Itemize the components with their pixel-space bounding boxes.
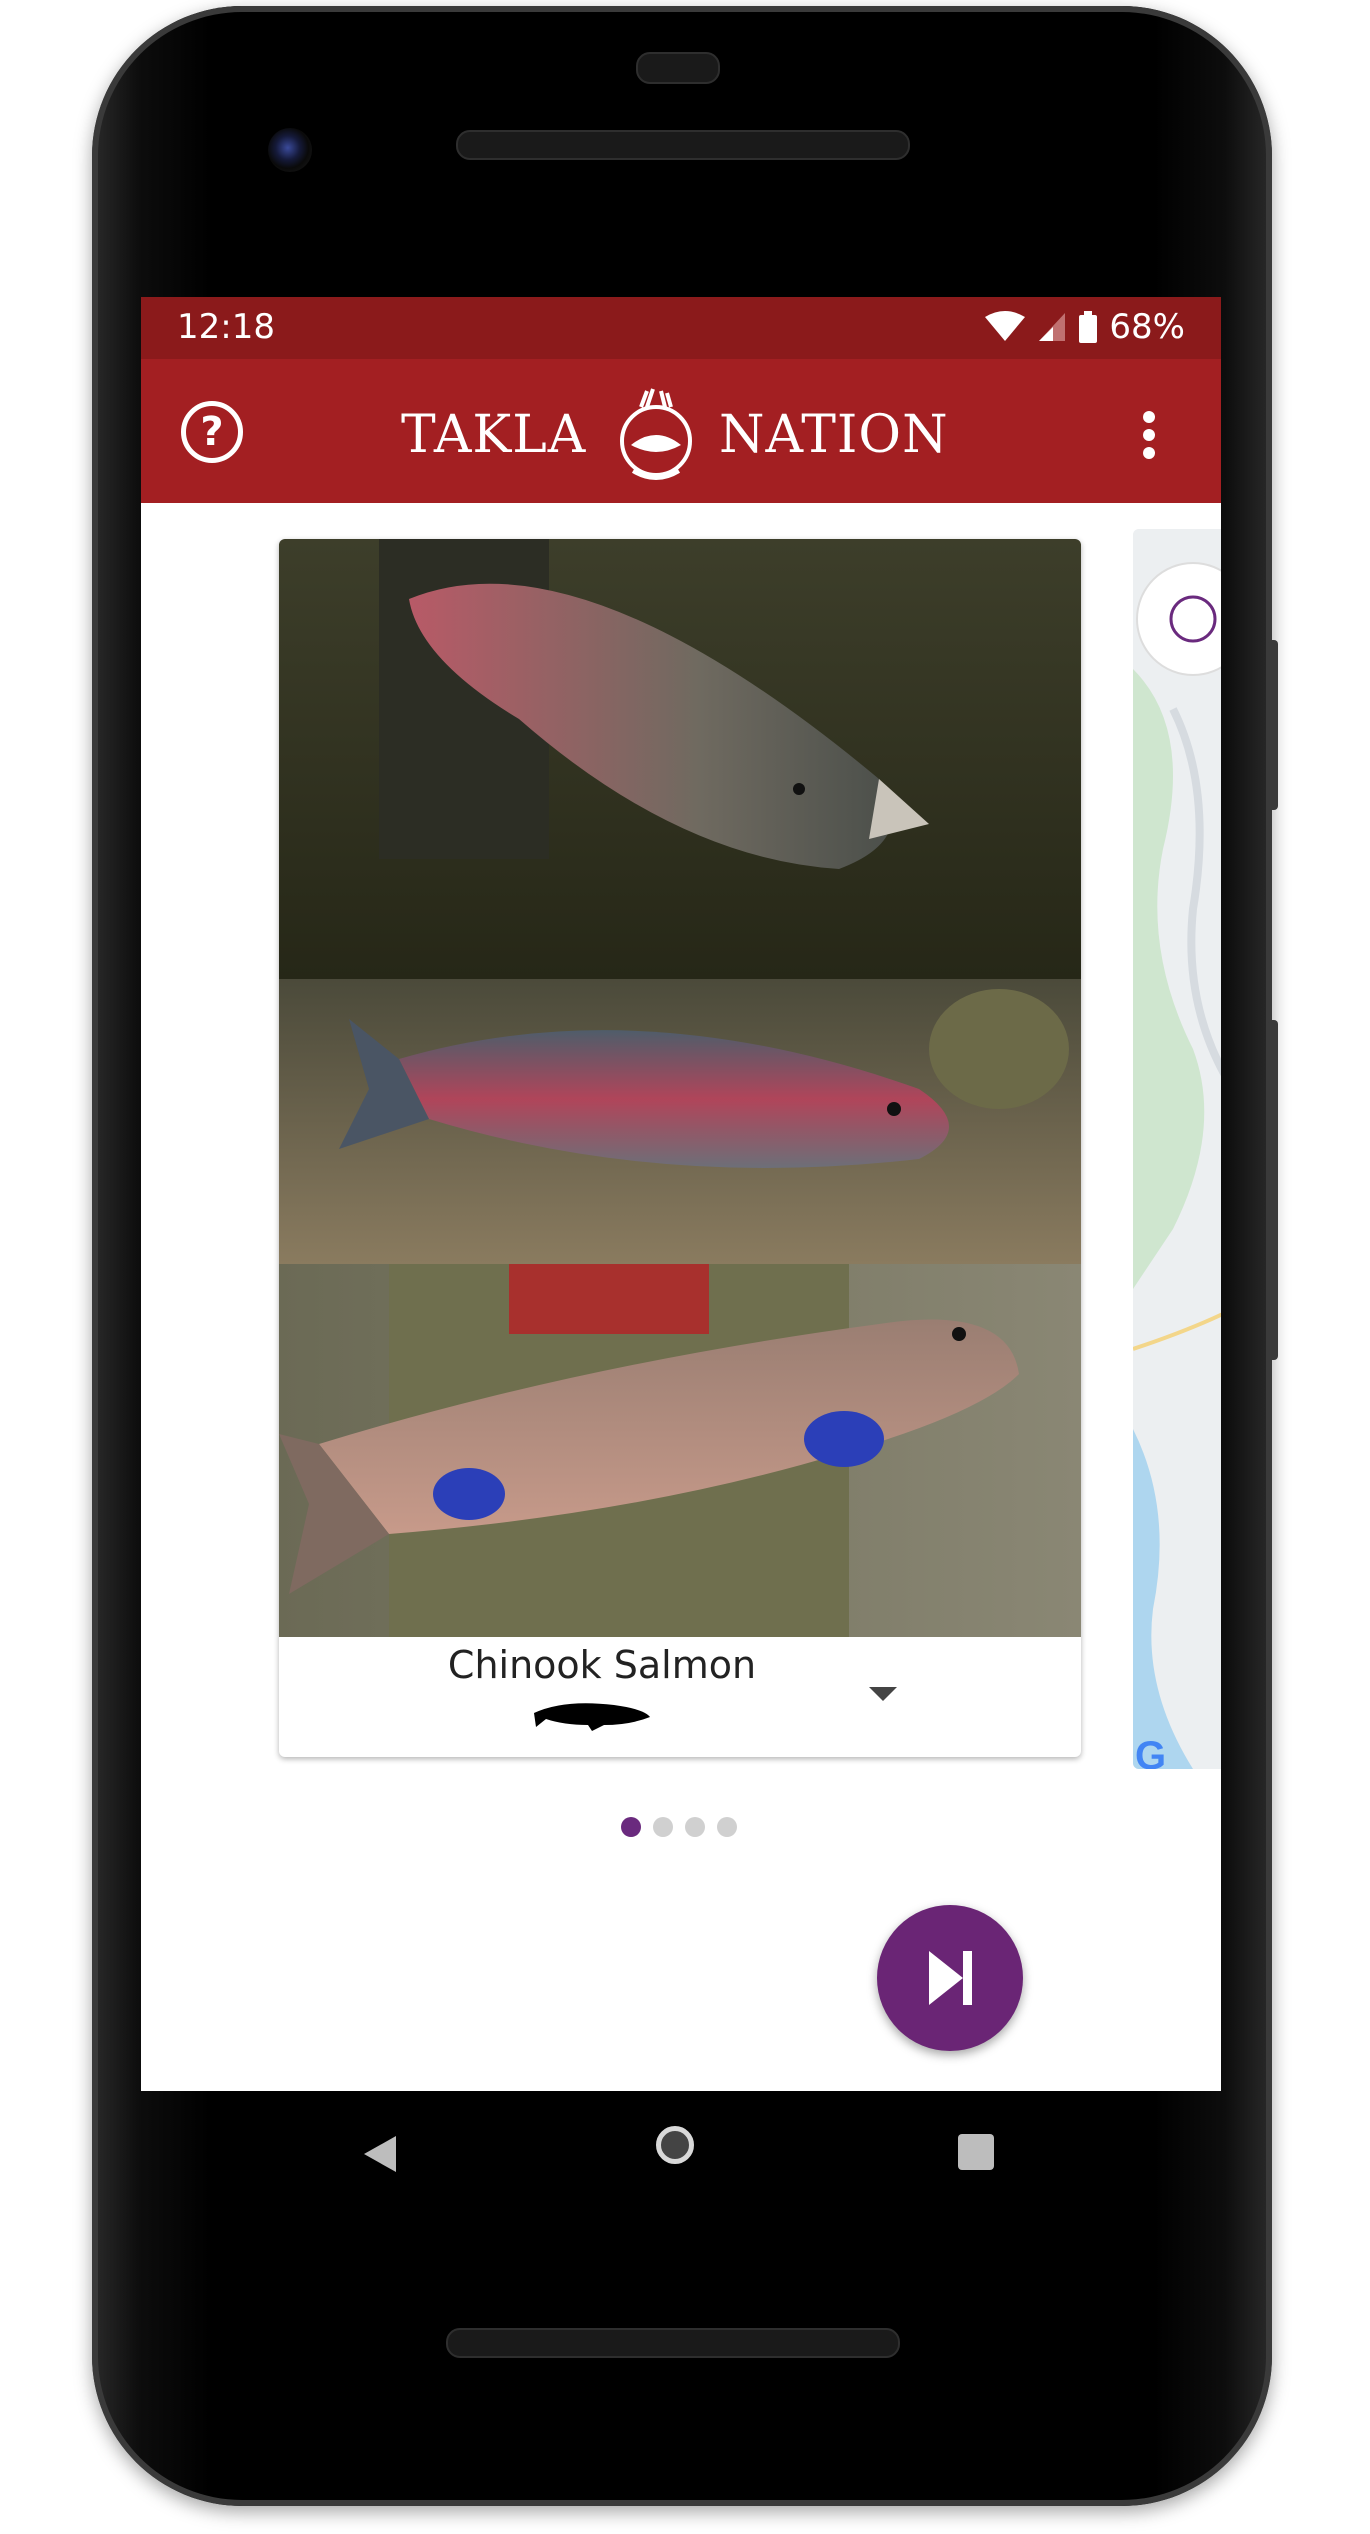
earpiece <box>636 52 720 84</box>
battery-icon <box>1079 311 1098 343</box>
wifi-icon <box>985 311 1026 341</box>
takla-nation-logo <box>620 388 692 480</box>
recent-apps-icon[interactable] <box>958 2134 994 2170</box>
help-circle-icon: ? <box>200 409 224 455</box>
screen: 12:18 68% ? TAKLA NATION Chinook Salmon … <box>141 297 1221 2091</box>
map-card-peek[interactable]: G <box>1133 529 1221 1769</box>
bottom-speaker <box>446 2328 900 2358</box>
overflow-menu-button[interactable] <box>1141 411 1157 461</box>
cell-signal-icon <box>1039 313 1066 341</box>
more-vert-icon <box>1141 411 1157 459</box>
species-card[interactable]: Chinook Salmon <box>279 539 1081 1757</box>
power-button <box>1268 640 1278 810</box>
page-dot-2[interactable] <box>653 1817 673 1837</box>
species-selector[interactable]: Chinook Salmon <box>279 1637 1081 1757</box>
fish-silhouette-icon <box>534 1703 650 1731</box>
title-takla: TAKLA <box>401 405 587 465</box>
salmon-photo-underwater <box>279 979 1081 1264</box>
back-icon[interactable] <box>360 2132 400 2176</box>
species-name: Chinook Salmon <box>447 1643 757 1687</box>
volume-button <box>1268 1020 1278 1360</box>
page-dot-3[interactable] <box>685 1817 705 1837</box>
front-camera-icon <box>268 128 312 172</box>
salmon-photo-held <box>279 539 1081 979</box>
app-bar: ? TAKLA NATION <box>141 359 1221 503</box>
page-indicator <box>621 1817 737 1837</box>
svg-text:G: G <box>1135 1734 1166 1769</box>
status-icons: 68% <box>985 307 1185 347</box>
help-button[interactable]: ? <box>181 401 243 463</box>
title-nation: NATION <box>719 405 949 465</box>
salmon-photo-riverbank <box>279 1264 1081 1637</box>
home-icon[interactable] <box>656 2126 694 2164</box>
page-dot-4[interactable] <box>717 1817 737 1837</box>
status-time: 12:18 <box>177 307 275 347</box>
page-dot-1[interactable] <box>621 1817 641 1837</box>
battery-percent: 68% <box>1109 307 1185 347</box>
top-speaker <box>456 130 910 160</box>
skip-next-button[interactable] <box>877 1905 1023 2051</box>
status-bar: 12:18 68% <box>141 297 1221 359</box>
map-preview: G <box>1133 529 1221 1769</box>
app-title: TAKLA NATION <box>401 385 981 485</box>
skip-next-icon <box>929 1951 972 2005</box>
chevron-down-icon[interactable] <box>869 1687 897 1701</box>
